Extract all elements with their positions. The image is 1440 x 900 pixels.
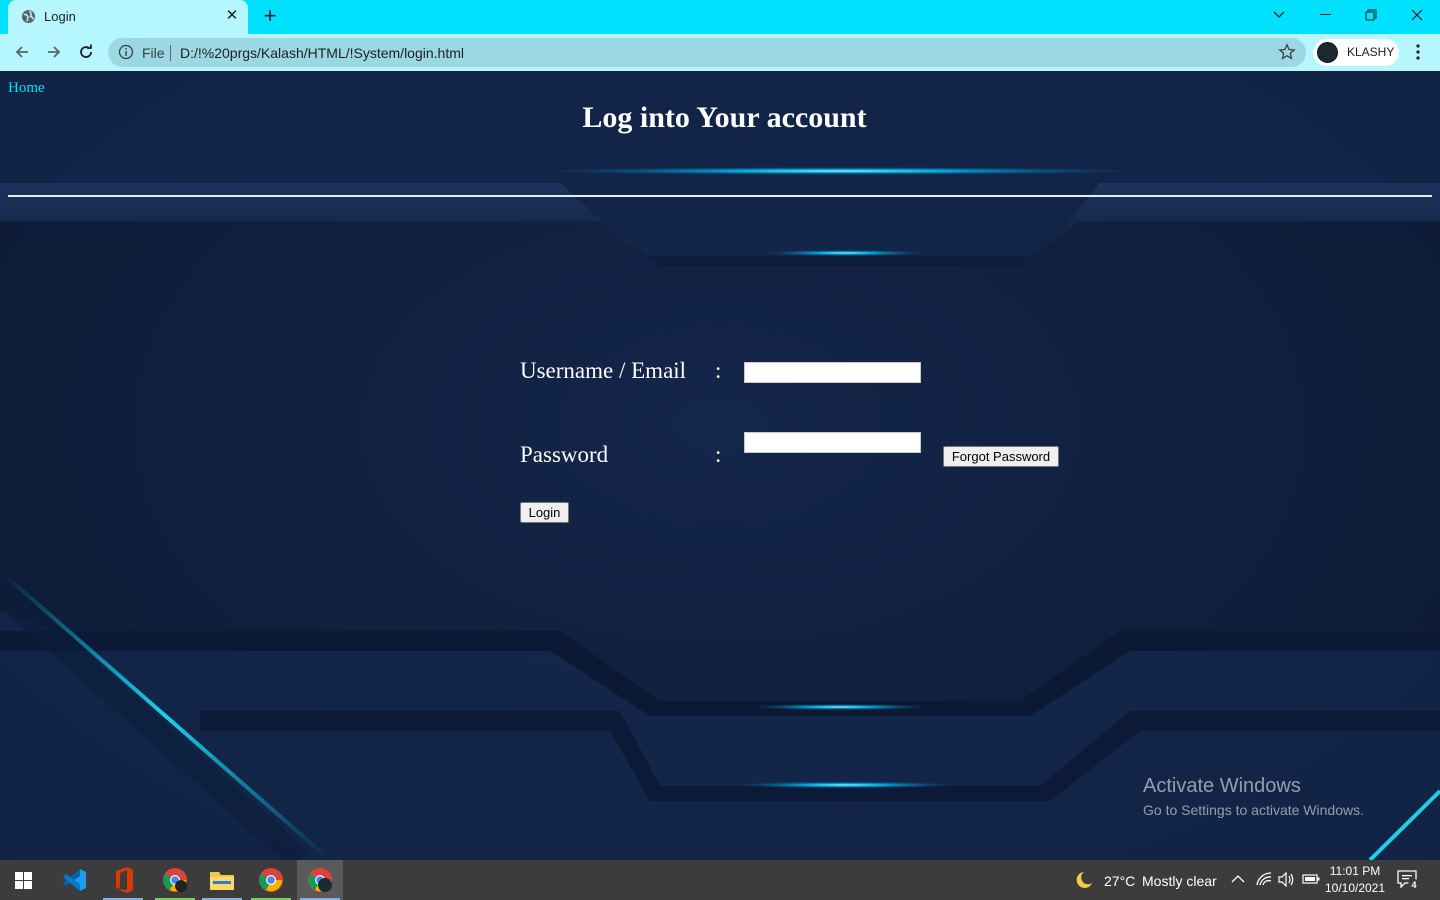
taskbar: 27°C Mostly clear 11:01 PM 10/10/2021 4 [0,860,1440,900]
chevron-up-icon[interactable] [1231,874,1245,884]
notification-count-badge: 4 [1408,879,1420,891]
clock-time: 11:01 PM [1329,864,1381,878]
tab-login[interactable]: Login ✕ [8,0,248,34]
kebab-menu-icon[interactable] [1408,41,1428,63]
username-email-input[interactable] [744,362,921,383]
forward-icon[interactable] [42,40,66,64]
password-input[interactable] [744,432,921,453]
omnibox-divider [170,45,171,61]
activation-watermark: Activate Windows Go to Settings to activ… [1143,775,1364,818]
weather-temperature[interactable]: 27°C [1104,873,1135,889]
browser-toolbar: File D:/!%20prgs/Kalash/HTML/!System/log… [0,34,1440,71]
avatar [1317,42,1338,63]
password-label: Password [520,442,609,467]
windows-start-icon[interactable] [0,860,46,900]
clock-date: 10/10/2021 [1324,881,1386,895]
chrome-active-window-icon[interactable] [297,860,343,900]
page-viewport: Home Log into Your account Username / Em… [0,71,1440,860]
address-bar[interactable]: File D:/!%20prgs/Kalash/HTML/!System/log… [108,38,1306,67]
activation-title: Activate Windows [1143,775,1301,797]
login-button[interactable]: Login [520,502,569,523]
volume-icon[interactable] [1278,872,1295,887]
tab-search-icon[interactable] [1256,0,1302,30]
tab-title: Login [44,9,76,24]
reload-icon[interactable] [74,40,98,64]
weather-condition[interactable]: Mostly clear [1142,873,1217,889]
tab-strip: Login ✕ + [0,0,1440,34]
restore-icon[interactable] [1348,0,1394,30]
chrome-profile-icon[interactable] [152,860,198,900]
battery-icon[interactable] [1302,873,1320,885]
profile-button[interactable]: KLASHY [1313,39,1399,66]
username-colon: : [715,358,722,383]
url-text[interactable]: D:/!%20prgs/Kalash/HTML/!System/login.ht… [180,45,464,61]
activation-subtitle: Go to Settings to activate Windows. [1143,802,1364,818]
chrome-icon[interactable] [248,860,294,900]
globe-icon [21,9,36,24]
password-colon: : [715,442,722,467]
notification-center-icon[interactable]: 4 [1397,870,1421,892]
page-title: Log into Your account [582,101,867,134]
home-link[interactable]: Home [8,80,45,97]
forgot-password-button[interactable]: Forgot Password [943,446,1059,467]
vscode-icon[interactable] [51,860,97,900]
header-divider [8,195,1432,197]
office-icon[interactable] [100,860,146,900]
username-label: Username / Email [520,358,687,383]
close-window-icon[interactable] [1394,0,1440,30]
close-tab-icon[interactable]: ✕ [224,8,240,24]
moon-weather-icon[interactable] [1073,871,1093,889]
minimize-icon[interactable] [1302,0,1348,30]
file-explorer-icon[interactable] [199,860,245,900]
back-icon[interactable] [10,40,34,64]
system-clock[interactable]: 11:01 PM 10/10/2021 [1322,863,1388,897]
new-tab-icon[interactable]: + [258,5,282,29]
wifi-icon[interactable] [1256,872,1272,886]
bookmark-star-icon[interactable] [1278,43,1296,61]
info-icon[interactable] [118,44,134,60]
profile-name: KLASHY [1347,45,1395,59]
scheme-label: File [142,45,165,61]
